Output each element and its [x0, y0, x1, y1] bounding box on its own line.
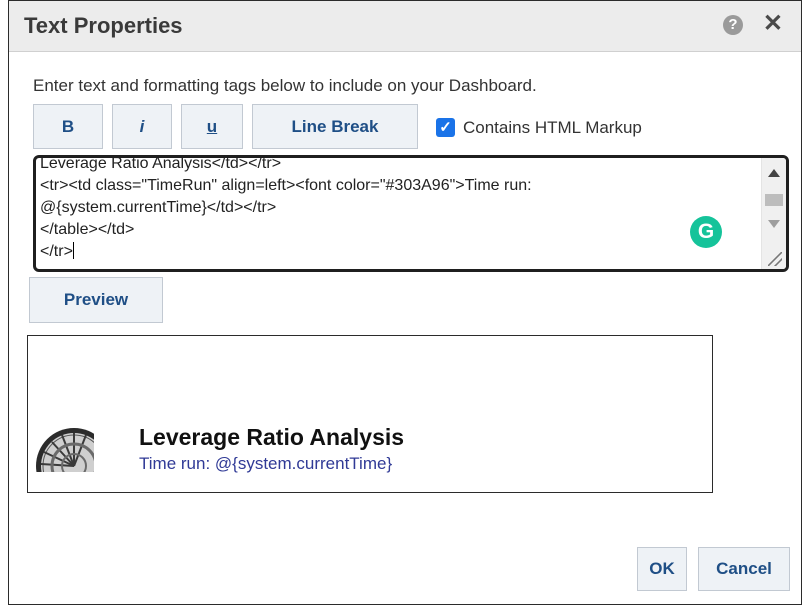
preview-time-run: Time run: @{system.currentTime} [139, 454, 393, 473]
editor-line: Leverage Ratio Analysis</td></tr> [40, 155, 282, 172]
underline-button-label: u [206, 116, 218, 136]
text-caret [72, 242, 74, 259]
html-markup-label[interactable]: Contains HTML Markup [463, 118, 642, 138]
text-properties-dialog: Text Properties ? ✕ Enter text and forma… [8, 0, 802, 605]
scroll-up-arrow-icon[interactable] [768, 169, 780, 177]
line-break-button[interactable]: Line Break [252, 104, 418, 149]
dialog-titlebar: Text Properties ? ✕ [9, 1, 801, 52]
scroll-down-arrow-icon[interactable] [768, 220, 780, 228]
instruction-text: Enter text and formatting tags below to … [33, 76, 537, 95]
editor-line: </tr> [40, 243, 73, 260]
html-markup-checkbox[interactable]: ✓ [436, 118, 455, 137]
cancel-button-label: Cancel [716, 559, 772, 578]
help-icon[interactable]: ? [723, 15, 743, 35]
cancel-button[interactable]: Cancel [698, 547, 790, 591]
preview-button[interactable]: Preview [29, 277, 163, 323]
dartboard-logo [34, 422, 94, 472]
close-icon[interactable]: ✕ [763, 10, 783, 38]
dialog-title: Text Properties [24, 13, 183, 38]
dartboard-icon [36, 428, 94, 472]
ok-button-label: OK [649, 559, 675, 578]
ok-button[interactable]: OK [637, 547, 687, 591]
editor-line: </table></td> [40, 221, 135, 238]
preview-title: Leverage Ratio Analysis [139, 424, 405, 450]
resize-grip-icon[interactable] [768, 252, 782, 266]
editor-line-with-caret: </tr> [40, 241, 750, 263]
bold-button-label: B [61, 116, 75, 136]
line-break-button-label: Line Break [291, 116, 379, 136]
scroll-thumb[interactable] [765, 194, 783, 206]
italic-button-label: i [139, 116, 145, 136]
preview-panel: Leverage Ratio Analysis Time run: @{syst… [27, 335, 713, 493]
italic-button[interactable]: i [112, 104, 172, 149]
editor-line: <tr><td class="TimeRun" align=left><font… [40, 177, 532, 194]
editor-line: @{system.currentTime}</td></tr> [40, 199, 277, 216]
editor-content[interactable]: Leverage Ratio Analysis</td></tr> <tr><td… [40, 155, 750, 263]
bold-button[interactable]: B [33, 104, 103, 149]
underline-button[interactable]: u [181, 104, 243, 149]
grammarly-icon[interactable]: G [690, 216, 722, 248]
html-text-editor[interactable]: Leverage Ratio Analysis</td></tr> <tr><td… [33, 155, 789, 272]
preview-button-label: Preview [63, 290, 129, 309]
